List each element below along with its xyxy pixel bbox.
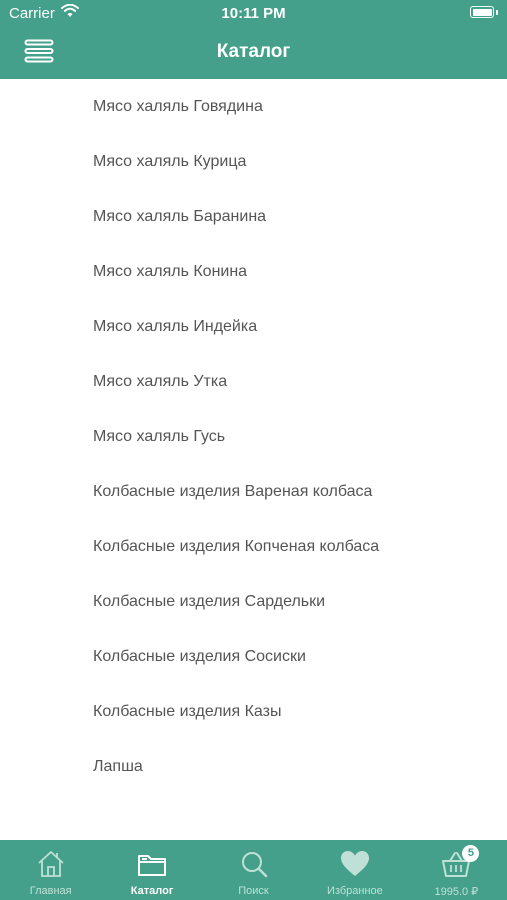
tab-label: Главная — [29, 885, 72, 897]
tab-label: Каталог — [130, 885, 174, 897]
header: Carrier 10:11 PM Каталог — [0, 0, 507, 79]
heart-icon — [340, 851, 369, 876]
catalog-item-kazy[interactable]: Колбасные изделия Казы — [0, 684, 507, 739]
battery-icon — [470, 6, 494, 18]
home-icon — [38, 851, 64, 877]
status-bar: Carrier 10:11 PM — [0, 0, 507, 28]
tab-cart[interactable]: 5 1995.0 ₽ — [406, 840, 507, 900]
catalog-item-chicken[interactable]: Мясо халяль Курица — [0, 134, 507, 189]
clock: 10:11 PM — [221, 5, 286, 22]
tab-label: Избранное — [327, 885, 383, 897]
catalog-item-duck[interactable]: Мясо халяль Утка — [0, 354, 507, 409]
page-title: Каталог — [216, 41, 291, 62]
tab-home[interactable]: Главная — [0, 840, 101, 900]
cart-count-badge: 5 — [462, 845, 480, 862]
folder-icon — [138, 855, 167, 876]
search-icon — [241, 852, 267, 878]
tab-favorites[interactable]: Избранное — [304, 840, 405, 900]
catalog-item-turkey[interactable]: Мясо халяль Индейка — [0, 299, 507, 354]
catalog-item-boiled-sausage[interactable]: Колбасные изделия Вареная колбаса — [0, 464, 507, 519]
cart-total-label: 1995.0 ₽ — [434, 886, 479, 898]
battery-cap — [496, 10, 498, 15]
tab-bar: Главная Каталог Поиск Избранное 5 1995.0… — [0, 840, 507, 900]
catalog-item-goose[interactable]: Мясо халяль Гусь — [0, 409, 507, 464]
catalog-item-sardelki[interactable]: Колбасные изделия Сардельки — [0, 574, 507, 629]
catalog-item-sosiski[interactable]: Колбасные изделия Сосиски — [0, 629, 507, 684]
tab-label: Поиск — [238, 885, 269, 897]
catalog-item-smoked-sausage[interactable]: Колбасные изделия Копченая колбаса — [0, 519, 507, 574]
tab-catalog[interactable]: Каталог — [101, 840, 202, 900]
catalog-item-noodles[interactable]: Лапша — [0, 739, 507, 794]
tab-search[interactable]: Поиск — [203, 840, 304, 900]
catalog-list: Мясо халяль Говядина Мясо халяль Курица … — [0, 79, 507, 840]
catalog-item-beef[interactable]: Мясо халяль Говядина — [0, 79, 507, 134]
catalog-item-lamb[interactable]: Мясо халяль Баранина — [0, 189, 507, 244]
catalog-item-horse[interactable]: Мясо халяль Конина — [0, 244, 507, 299]
